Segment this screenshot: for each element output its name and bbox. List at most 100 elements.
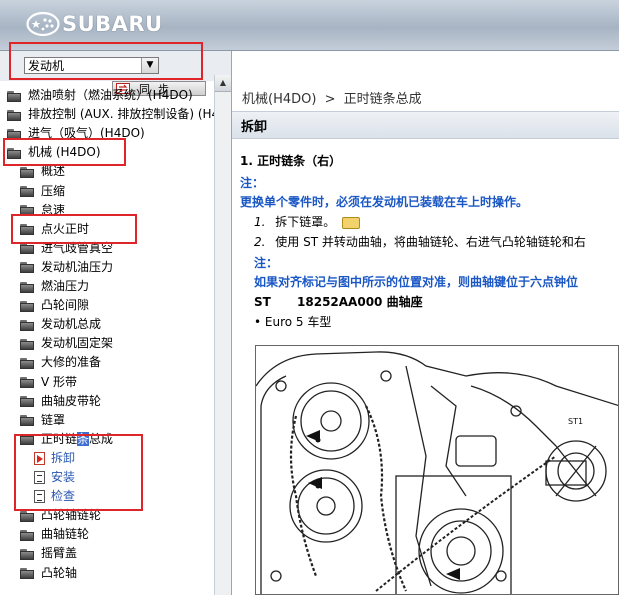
folder-icon [20, 357, 35, 369]
folder-open-icon [7, 147, 22, 159]
step-2: 2. 使用 ST 并转动曲轴，将曲轴链轮、右进气凸轮轴链轮和右 [254, 233, 586, 250]
search-highlight: 条 [77, 431, 90, 446]
subaru-logo: SUBARU [26, 11, 163, 37]
folder-icon [20, 166, 35, 178]
folder-icon [20, 529, 35, 541]
tree-item[interactable]: 发动机油压力 [20, 258, 113, 277]
tree-item-label: 凸轮间隙 [41, 298, 90, 313]
tree-item-label: 发动机固定架 [41, 336, 114, 351]
folder-icon [20, 567, 35, 579]
tree-item-label: 怠速 [41, 202, 66, 217]
tree-item-label: 凸轮轴链轮 [41, 508, 102, 523]
tree-item[interactable]: 怠速 [20, 201, 65, 220]
tree-item-label-part: 正时链 [41, 431, 78, 446]
special-tool-part: 18252AA000 曲轴座 [297, 295, 423, 309]
category-dropdown[interactable]: 发动机 ▼ [24, 57, 159, 74]
breadcrumb-current: 正时链条总成 [343, 92, 422, 107]
doc-icon [34, 471, 45, 484]
tree-item-label: 进气（吸气）(H4DO) [28, 126, 145, 141]
navigation-pane: 发动机 ▼ 同步 燃油喷射（燃油系统）(H4DO) 排放控制 (AUX. 排放控制… [0, 51, 232, 595]
tree-item-label: 排放控制 (AUX. 排放控制设备) (H4 [28, 107, 214, 122]
step-1-number: 1. [254, 215, 266, 229]
breadcrumb: 机械(H4DO) > 正时链条总成 [242, 88, 422, 107]
tree-item[interactable]: 发动机固定架 [20, 334, 113, 353]
tree-item-label: 检查 [51, 489, 76, 504]
tree-item-label: 安装 [51, 470, 76, 484]
tree-item-label: 进气歧管真空 [41, 240, 114, 255]
tree-item-label: 链罩 [41, 412, 66, 427]
tree-item-label: 机械 (H4DO) [28, 145, 101, 160]
step-1: 1. 拆下链罩。 [254, 213, 361, 230]
chevron-down-icon[interactable]: ▼ [141, 58, 158, 73]
tree-item-label: 燃油压力 [41, 279, 90, 293]
step-2-number: 2. [254, 235, 266, 249]
content-pane: 机械(H4DO) > 正时链条总成 拆卸 1. 正时链条（右） 注： 更换单个零… [232, 51, 619, 595]
tree-item-label: 概述 [41, 164, 66, 179]
tree-item[interactable]: 拆卸 [34, 449, 75, 468]
category-selector-bar: 发动机 ▼ [0, 51, 231, 81]
doc-icon [34, 490, 45, 504]
engine-line-drawing: ST1 [256, 351, 618, 594]
tree-item[interactable]: 凸轮轴链轮 [20, 506, 101, 525]
note-label: 注： [240, 176, 265, 190]
folder-icon [20, 338, 35, 350]
tree-item-label: 压缩 [41, 183, 66, 198]
tree-item[interactable]: V 形带 [20, 373, 77, 392]
tree-item[interactable]: 链罩 [20, 411, 65, 430]
folder-icon [20, 376, 35, 388]
tree-item[interactable]: 燃油喷射（燃油系统）(H4DO) [7, 86, 193, 105]
tree-item[interactable]: 检查 [34, 487, 75, 506]
tree-item[interactable]: 压缩 [20, 182, 65, 201]
tree-scrollbar[interactable]: ▲ [214, 75, 231, 595]
folder-open-icon [20, 433, 35, 446]
breadcrumb-bar: 机械(H4DO) > 正时链条总成 [232, 51, 619, 109]
breadcrumb-parent-link[interactable]: 机械(H4DO) [242, 92, 316, 107]
tree-item-label: 凸轮轴 [41, 565, 78, 580]
special-tool-label: ST [254, 295, 271, 309]
tree-item-label: 拆卸 [51, 450, 76, 465]
section-title-bar: 拆卸 [232, 111, 619, 139]
subaru-stars-icon [26, 11, 60, 37]
logo-wordmark: SUBARU [62, 12, 163, 36]
folder-icon [20, 242, 35, 255]
tree-item-label: V 形带 [41, 374, 78, 389]
tree-item[interactable]: 安装 [34, 468, 75, 487]
tree-item[interactable]: 凸轮间隙 [20, 296, 89, 315]
tree-item[interactable]: 发动机总成 [20, 315, 101, 334]
model-bullet: • Euro 5 车型 [254, 315, 332, 329]
tree-item[interactable]: 燃油压力 [20, 277, 89, 296]
tree-item-label: 燃油喷射（燃油系统）(H4DO) [28, 88, 193, 102]
breadcrumb-separator: > [324, 92, 336, 107]
tree-item[interactable]: 大修的准备 [20, 353, 101, 372]
tree-item[interactable]: 概述 [20, 162, 65, 181]
note-text-2: 如果对齐标记与图中所示的位置对准，则曲轴键位于六点钟位 [254, 275, 579, 289]
timing-chain-diagram: ST1 [255, 345, 619, 595]
tree-item[interactable]: 曲轴链轮 [20, 525, 89, 544]
tree-item[interactable]: 进气歧管真空 [20, 239, 113, 258]
tree-item[interactable]: 曲轴皮带轮 [20, 392, 101, 411]
tree-item-label-part: 总成 [89, 431, 114, 446]
folder-icon [20, 261, 35, 274]
folder-icon [20, 510, 35, 522]
scroll-up-icon[interactable]: ▲ [215, 75, 231, 92]
folder-icon [20, 414, 35, 427]
tree-item[interactable]: 排放控制 (AUX. 排放控制设备) (H4 [7, 105, 214, 124]
section-title: 拆卸 [241, 120, 268, 135]
link-icon[interactable] [342, 216, 361, 229]
tree-item-label: 曲轴皮带轮 [41, 393, 102, 408]
step-heading: 1. 正时链条（右） [240, 154, 342, 168]
tree-item-label: 正时链条总成 [41, 430, 113, 449]
tree-item[interactable]: 摇臂盖 [20, 544, 77, 563]
tree-item[interactable]: 进气（吸气）(H4DO) [7, 124, 145, 143]
tree-item[interactable]: 凸轮轴 [20, 564, 77, 583]
step-2-text: 使用 ST 并转动曲轴，将曲轴链轮、右进气凸轮轴链轮和右 [275, 235, 586, 249]
tree-item-label: 点火正时 [41, 221, 90, 236]
folder-icon [20, 395, 35, 408]
app-header: SUBARU [0, 0, 619, 51]
tree-item[interactable]: 机械 (H4DO) [7, 143, 101, 162]
tree-item-label: 发动机油压力 [41, 259, 114, 274]
note-text: 更换单个零件时，必须在发动机已装载在车上时操作。 [240, 195, 529, 209]
tree-item[interactable]: 点火正时 [20, 220, 89, 239]
tree-item-label: 发动机总成 [41, 317, 102, 332]
tree-item[interactable]: 正时链条总成 [20, 430, 113, 449]
